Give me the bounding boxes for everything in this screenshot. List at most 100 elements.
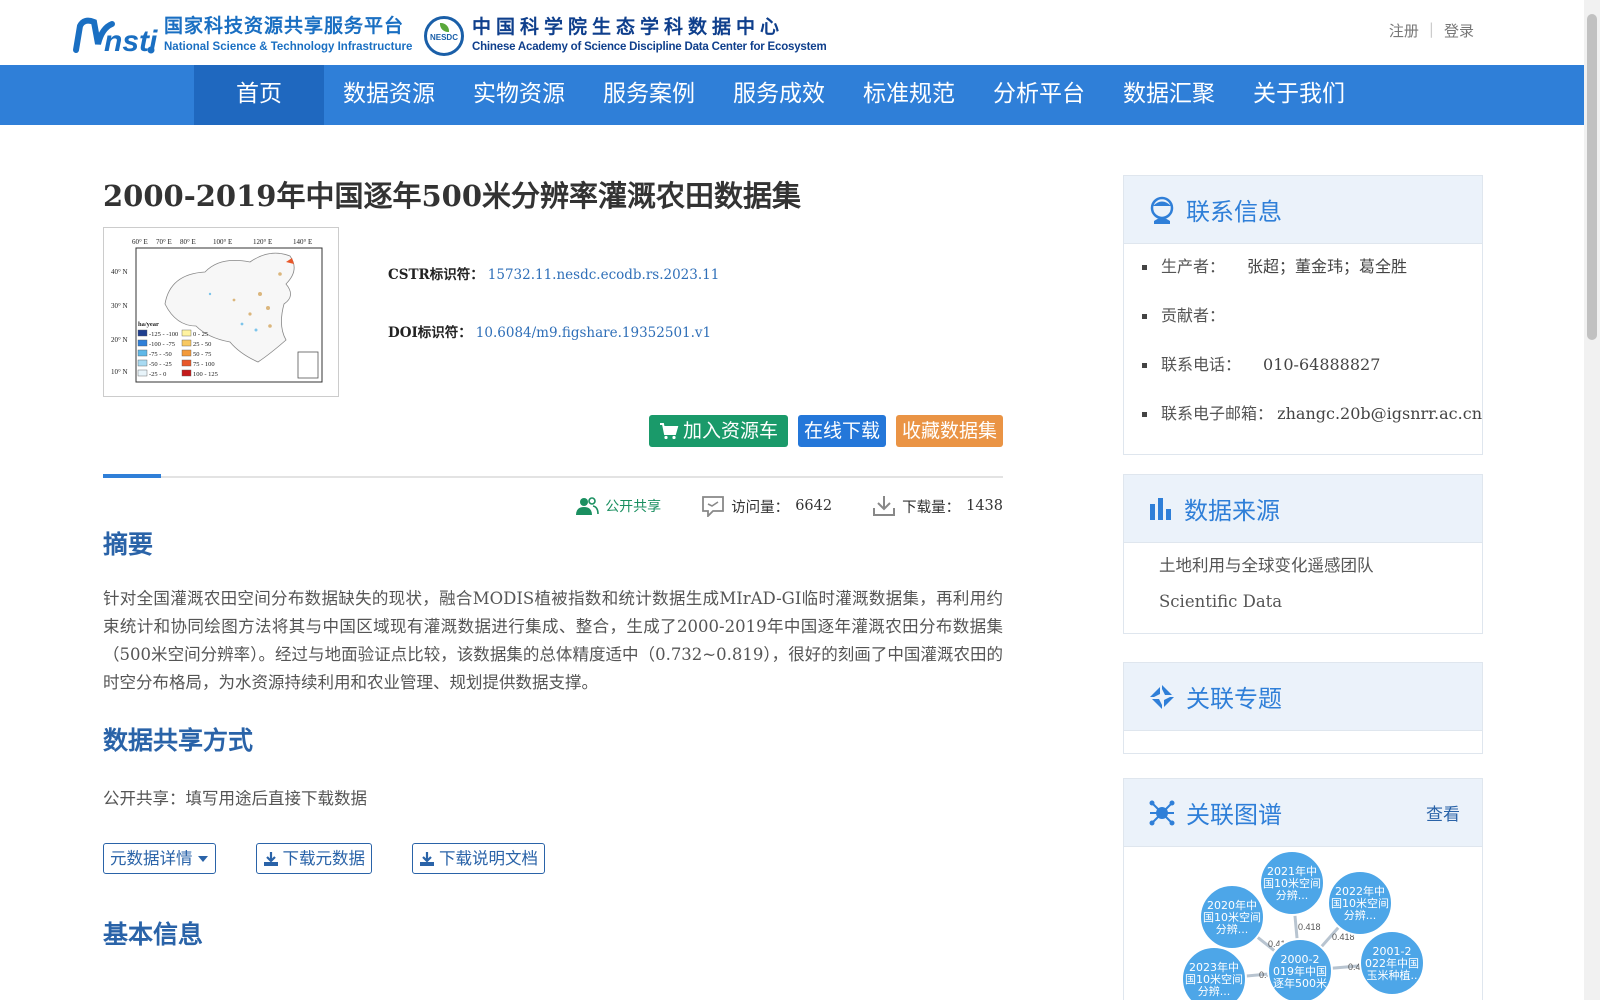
auth-links: 注册 | 登录 <box>1389 20 1474 41</box>
legend-swatch <box>181 339 192 347</box>
legend-label: 50 - 75 <box>193 351 211 358</box>
svg-text:100° E: 100° E <box>213 238 232 246</box>
graph-node[interactable]: 2001-2022年中国玉米种植.. <box>1359 930 1425 996</box>
contact-person-icon <box>1150 196 1174 224</box>
cstr-row: CSTR标识符： 15732.11.nesdc.ecodb.rs.2023.11 <box>388 263 719 283</box>
cstr-link[interactable]: 15732.11.nesdc.ecodb.rs.2023.11 <box>488 267 720 283</box>
related-graph-canvas[interactable]: 0.4180.4180.4180.4290.4182021年中国10米空间分辨.… <box>1124 847 1482 1000</box>
nav-item-data-aggregation[interactable]: 数据汇聚 <box>1104 65 1234 125</box>
download-doc-button[interactable]: 下载说明文档 <box>412 843 545 874</box>
doi-link[interactable]: 10.6084/m9.figshare.19352501.v1 <box>476 325 711 341</box>
visit-count-value: 6642 <box>795 498 833 514</box>
legend-swatch <box>137 369 148 377</box>
nav-item-data-resources[interactable]: 数据资源 <box>324 65 454 125</box>
legend-label: 25 - 50 <box>193 341 211 348</box>
logo-title-cn: 国家科技资源共享服务平台 <box>164 14 405 37</box>
nesdc-logo[interactable]: NESDC 中国科学院生态学科数据中心 Chinese Academy of S… <box>424 16 827 56</box>
graph-node-label: 019年中国 <box>1273 964 1327 978</box>
legend-swatch <box>137 349 148 357</box>
dataset-thumbnail[interactable]: 60° E 70° E 80° E 100° E 120° E 140° E 4… <box>103 227 339 397</box>
dataset-stats: 公开共享 访问量： 6642 下载量： 1438 <box>575 495 1003 517</box>
nsti-logo[interactable]: nsti 国家科技资源共享服务平台 National Science & Tec… <box>72 14 413 58</box>
legend-label: 75 - 100 <box>193 361 215 368</box>
svg-text:140° E: 140° E <box>293 238 312 246</box>
metadata-details-button[interactable]: 元数据详情 <box>103 843 216 874</box>
nav-item-standards[interactable]: 标准规范 <box>844 65 974 125</box>
related-topic-panel-title: 关联专题 <box>1186 685 1282 713</box>
download-metadata-button[interactable]: 下载元数据 <box>255 843 372 874</box>
related-graph-panel-header: 关联图谱 查看 <box>1124 779 1482 847</box>
share-method-heading: 数据共享方式 <box>103 726 254 755</box>
legend-swatch <box>181 329 192 337</box>
graph-node-label: 国10米空间 <box>1263 876 1321 890</box>
legend-label: -125 - -100 <box>149 331 178 338</box>
legend-swatch <box>137 329 148 337</box>
graph-node-label: 022年中国 <box>1365 956 1419 970</box>
graph-node[interactable]: 2023年中国10米空间分辨... <box>1181 946 1247 1000</box>
tab-active-indicator[interactable] <box>103 474 161 478</box>
legend-swatch <box>181 359 192 367</box>
page-scrollbar[interactable] <box>1584 0 1600 1000</box>
contact-phone: 联系电话： 010-64888827 <box>1142 350 1482 399</box>
contact-producer: 生产者： 张超；董金玮；葛全胜 <box>1142 252 1482 301</box>
nav-item-analysis-platform[interactable]: 分析平台 <box>974 65 1104 125</box>
view-graph-link[interactable]: 查看 <box>1426 800 1460 825</box>
basic-info-heading: 基本信息 <box>103 920 204 949</box>
legend-label: -75 - -50 <box>149 351 172 358</box>
nav-item-about-us[interactable]: 关于我们 <box>1234 65 1364 125</box>
users-icon <box>576 497 599 515</box>
download-doc-label: 下载说明文档 <box>439 849 538 868</box>
logo-title-en: National Science & Technology Infrastruc… <box>164 40 413 53</box>
graph-node[interactable]: 2000-2019年中国逐年500米 <box>1267 938 1333 1000</box>
auth-separator: | <box>1428 20 1434 38</box>
data-source-panel-title: 数据来源 <box>1184 497 1280 525</box>
legend-label: -50 - -25 <box>149 361 172 368</box>
related-topic-panel: 关联专题 <box>1123 662 1483 754</box>
svg-text:120° E: 120° E <box>253 238 272 246</box>
download-metadata-label: 下载元数据 <box>282 849 366 868</box>
favorite-dataset-button[interactable]: 收藏数据集 <box>895 415 1003 447</box>
contact-panel: 联系信息 生产者： 张超；董金玮；葛全胜 贡献者： 联系电话： 010-648888… <box>1123 175 1483 455</box>
graph-node-label: 分辨... <box>1216 922 1249 936</box>
tab-bar <box>103 474 1003 478</box>
share-status-label: 公开共享 <box>605 499 662 515</box>
add-to-cart-button[interactable]: 加入资源车 <box>648 415 788 447</box>
puzzle-icon <box>1150 684 1174 709</box>
related-graph-panel: 关联图谱 查看 0.4180.4180.4180.4290.4182021年中国… <box>1123 778 1483 1000</box>
legend-swatch <box>137 339 148 347</box>
register-link[interactable]: 注册 <box>1389 20 1419 41</box>
graph-node[interactable]: 2020年中国10米空间分辨... <box>1199 884 1265 950</box>
source-item[interactable]: Scientific Data <box>1159 587 1482 623</box>
thumbnail-map: 60° E 70° E 80° E 100° E 120° E 140° E 4… <box>111 238 323 383</box>
caret-down-icon <box>197 855 208 862</box>
graph-node[interactable]: 2022年中国10米空间分辨... <box>1327 870 1393 936</box>
center-title-cn: 中国科学院生态学科数据中心 <box>472 16 785 39</box>
related-graph-panel-title: 关联图谱 <box>1186 801 1282 829</box>
svg-text:ha/year: ha/year <box>138 321 159 328</box>
nav-item-service-cases[interactable]: 服务案例 <box>584 65 714 125</box>
graph-node-label: 玉米种植.. <box>1367 968 1418 982</box>
visit-count-label: 访问量： <box>731 499 790 516</box>
contact-panel-title: 联系信息 <box>1186 198 1282 226</box>
source-item[interactable]: 土地利用与全球变化遥感团队 <box>1159 551 1482 587</box>
related-topic-panel-header: 关联专题 <box>1124 663 1482 731</box>
data-source-panel-header: 数据来源 <box>1124 475 1482 543</box>
graph-node-label: 国10米空间 <box>1203 910 1261 924</box>
abstract-heading: 摘要 <box>103 530 154 559</box>
metadata-buttons: 元数据详情 下载元数据 下载说明文档 <box>103 843 545 874</box>
graph-node[interactable]: 2021年中国10米空间分辨... <box>1259 850 1325 916</box>
graph-node-label: 分辨... <box>1198 984 1231 998</box>
center-title-en: Chinese Academy of Science Discipline Da… <box>472 41 827 54</box>
scrollbar-thumb[interactable] <box>1587 14 1597 340</box>
graph-node-label: 分辨... <box>1276 888 1309 902</box>
nav-item-home[interactable]: 首页 <box>194 65 324 125</box>
login-link[interactable]: 登录 <box>1444 20 1474 41</box>
graph-node-label: 2020年中 <box>1207 898 1257 912</box>
contact-contributor: 贡献者： <box>1142 301 1482 350</box>
online-download-button[interactable]: 在线下载 <box>797 415 886 447</box>
cstr-label: CSTR标识符： <box>388 267 484 283</box>
nav-item-service-results[interactable]: 服务成效 <box>714 65 844 125</box>
nav-item-physical-resources[interactable]: 实物资源 <box>454 65 584 125</box>
metadata-details-label: 元数据详情 <box>110 849 193 868</box>
legend-swatch <box>137 359 148 367</box>
